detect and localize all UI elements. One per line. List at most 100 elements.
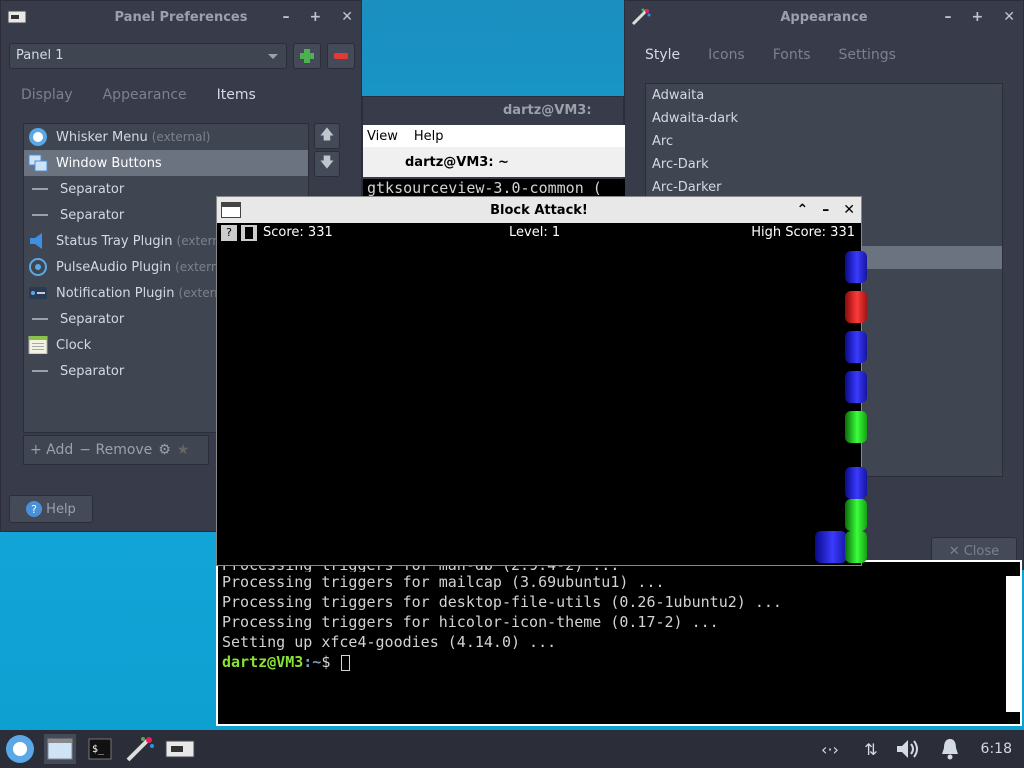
help-button[interactable]: ? Help — [9, 495, 93, 523]
appearance-icon — [126, 737, 154, 762]
appearance-icon — [631, 8, 651, 26]
whisker-menu-button[interactable] — [4, 734, 36, 764]
menu-help[interactable]: Help — [414, 129, 444, 144]
window-icon — [221, 202, 241, 218]
theme-item[interactable]: Arc — [646, 130, 1002, 153]
add-panel-button[interactable] — [293, 43, 321, 69]
chevron-down-icon — [268, 54, 278, 59]
pp-titlebar[interactable]: Panel Preferences – + ✕ — [1, 1, 361, 33]
terminal-line: Processing triggers for hicolor-icon-the… — [222, 613, 719, 631]
items-toolbar: + Add − Remove ⚙ ★ — [23, 435, 209, 465]
help-label: Help — [46, 501, 76, 517]
separator-icon — [32, 214, 48, 216]
tab-style[interactable]: Style — [645, 47, 680, 63]
panel-icon — [165, 740, 195, 758]
minimize-icon[interactable]: – — [283, 9, 290, 25]
scrollbar[interactable] — [1006, 576, 1020, 712]
panel-prefs-launcher[interactable] — [164, 734, 196, 764]
svg-text:?: ? — [31, 503, 37, 516]
minimize-icon[interactable]: – — [822, 202, 829, 218]
ba-titlebar[interactable]: Block Attack! ⌃ – ✕ — [217, 197, 861, 223]
minimize-icon[interactable]: – — [945, 9, 952, 25]
star-icon[interactable]: ★ — [177, 442, 190, 458]
terminal-line: Processing triggers for desktop-file-uti… — [222, 593, 782, 611]
help-icon: ? — [26, 501, 43, 517]
game-block — [845, 291, 867, 323]
maximize-icon[interactable]: + — [972, 9, 984, 25]
game-block — [845, 499, 867, 531]
close-icon[interactable]: ✕ — [341, 9, 353, 25]
game-block — [845, 331, 867, 363]
clock[interactable]: 6:18 — [981, 730, 1012, 768]
theme-item[interactable]: Adwaita-dark — [646, 107, 1002, 130]
high-score-text: High Score: 331 — [751, 225, 855, 240]
game-block — [845, 531, 867, 563]
level-text: Level: 1 — [509, 225, 561, 240]
taskbar: $_ ‹·› ⇅ 6:18 — [0, 730, 1024, 768]
ba-title: Block Attack! — [490, 202, 588, 218]
window-icon — [47, 738, 73, 760]
close-icon[interactable]: ✕ — [843, 202, 855, 218]
pp-title: Panel Preferences — [114, 9, 248, 25]
network-icon[interactable]: ‹·› — [818, 736, 842, 762]
volume-icon[interactable] — [894, 736, 924, 762]
speaker-icon — [30, 233, 42, 249]
terminal-launcher[interactable]: $_ — [84, 734, 116, 764]
theme-item[interactable]: Adwaita — [646, 84, 1002, 107]
terminal-tab[interactable]: dartz@VM3: ~ — [363, 147, 625, 177]
clock-icon — [28, 336, 48, 354]
transfer-arrows-icon[interactable]: ⇅ — [860, 736, 882, 762]
whisker-icon — [29, 128, 47, 146]
phone-icon[interactable] — [241, 225, 257, 241]
close-icon: ✕ — [948, 543, 960, 559]
terminal-output[interactable]: Processing triggers for man-db (2.9.4-2)… — [216, 560, 1022, 726]
pulseaudio-icon — [29, 258, 47, 276]
minus-icon — [334, 53, 348, 59]
game-block — [845, 251, 867, 283]
remove-panel-button[interactable] — [327, 43, 355, 69]
tab-items[interactable]: Items — [217, 87, 256, 103]
tab-icons[interactable]: Icons — [708, 47, 745, 63]
remove-item-button[interactable]: − Remove — [79, 442, 152, 458]
close-icon[interactable]: ✕ — [1003, 9, 1015, 25]
arrow-up-icon: 🡅 — [319, 127, 335, 143]
chevron-up-icon[interactable]: ⌃ — [797, 202, 809, 218]
add-item-button[interactable]: + Add — [30, 442, 73, 458]
move-up-button[interactable]: 🡅 — [314, 123, 340, 149]
panel-icon — [7, 10, 27, 24]
ap-title: Appearance — [780, 9, 868, 25]
maximize-icon[interactable]: + — [310, 9, 322, 25]
back-terminal-window: dartz@VM3: View Help dartz@VM3: ~ gtksou… — [362, 96, 625, 197]
tab-display[interactable]: Display — [21, 87, 73, 103]
ap-titlebar[interactable]: Appearance – + ✕ — [625, 1, 1023, 33]
separator-icon — [32, 188, 48, 190]
list-item[interactable]: Whisker Menu (external) — [24, 124, 308, 150]
tab-settings[interactable]: Settings — [839, 47, 896, 63]
appearance-launcher[interactable] — [124, 734, 156, 764]
back-terminal-title: dartz@VM3: — [503, 103, 592, 118]
tab-fonts[interactable]: Fonts — [773, 47, 811, 63]
block-attack-window: Block Attack! ⌃ – ✕ ? Score: 331 Level: … — [216, 196, 867, 566]
list-item[interactable]: Window Buttons — [24, 150, 308, 176]
theme-item[interactable]: Arc-Dark — [646, 153, 1002, 176]
game-block — [845, 467, 867, 499]
window-button[interactable] — [44, 734, 76, 764]
game-block — [845, 411, 867, 443]
move-down-button[interactable]: 🡇 — [314, 151, 340, 177]
notification-icon — [29, 287, 47, 299]
terminal-text: gtksourceview-3.0-common ( — [363, 179, 625, 197]
panel-select-value: Panel 1 — [16, 48, 64, 63]
score-text: Score: 331 — [263, 225, 333, 240]
terminal-icon: $_ — [88, 738, 112, 760]
help-button[interactable]: ? — [221, 225, 237, 241]
menu-view[interactable]: View — [367, 129, 398, 144]
terminal-line: Setting up xfce4-goodies (4.14.0) ... — [222, 633, 557, 651]
panel-select[interactable]: Panel 1 — [9, 43, 287, 69]
tab-appearance[interactable]: Appearance — [103, 87, 187, 103]
bell-icon[interactable] — [936, 736, 964, 762]
gear-icon[interactable]: ⚙ — [158, 442, 171, 458]
separator-icon — [32, 318, 48, 320]
whisker-icon — [6, 735, 34, 763]
svg-text:$_: $_ — [92, 744, 105, 755]
terminal-prompt: dartz@VM3:~$ — [218, 652, 1020, 672]
